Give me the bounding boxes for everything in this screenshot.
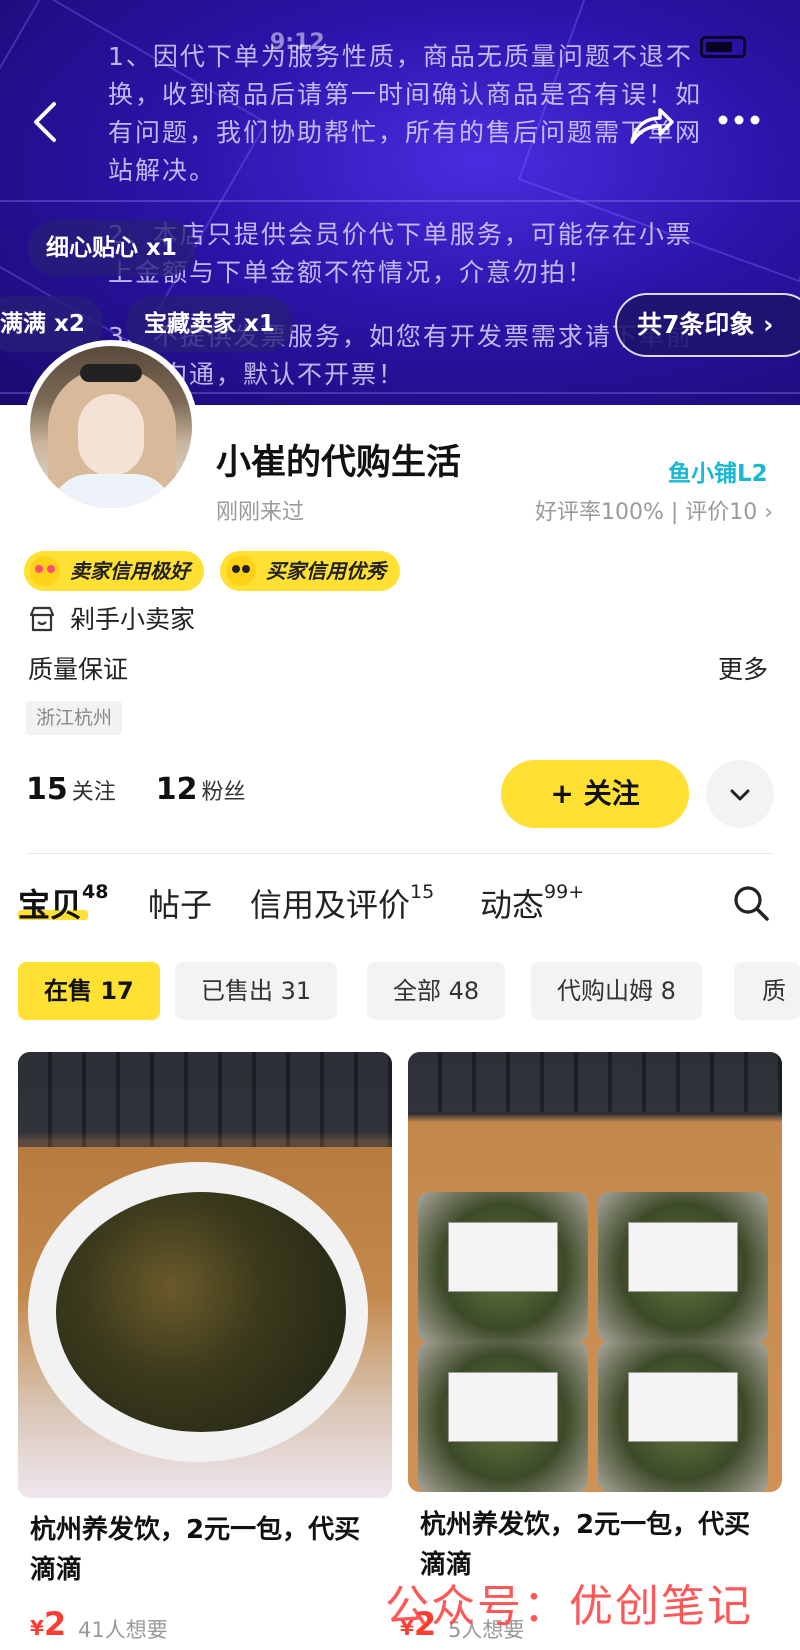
location-tag: 浙江杭州	[26, 701, 123, 735]
back-button[interactable]	[30, 100, 70, 150]
tab-label: 信用及评价	[250, 886, 411, 924]
product-image[interactable]	[18, 1052, 392, 1498]
shop-icon	[29, 606, 55, 632]
tab-badge: 48	[82, 881, 109, 904]
last-seen: 刚刚来过	[216, 500, 305, 525]
tab-label: 帖子	[148, 886, 213, 924]
followers-count: 12	[155, 772, 198, 807]
search-icon	[734, 886, 769, 921]
seller-type[interactable]: 剁手小卖家	[28, 600, 195, 636]
followers-label: 粉丝	[201, 780, 246, 805]
notice-line: 2、本店只提供会员价代下单服务，可能存在小票上金额与下单金额不符情况，介意勿拍！	[108, 220, 693, 287]
impressions-button[interactable]: 共7条印象 ›	[615, 293, 800, 357]
buyer-credit-badge[interactable]: 买家信用优秀	[220, 551, 400, 591]
smile-emoji-icon	[226, 556, 256, 586]
seller-credit-badge[interactable]: 卖家信用极好	[24, 551, 204, 591]
following-count: 15	[26, 772, 68, 807]
impression-tag[interactable]: 细心贴心 x1	[28, 220, 195, 276]
product-image[interactable]	[408, 1052, 782, 1492]
more-link[interactable]: 更多	[718, 650, 768, 686]
avatar-image	[30, 346, 192, 508]
product-price: ¥2	[30, 1605, 66, 1643]
followers-stat[interactable]: 12 粉丝	[156, 772, 246, 807]
price-value: 2	[43, 1605, 67, 1643]
quality-guarantee[interactable]: 质量保证	[28, 650, 128, 686]
heart-eyes-emoji-icon	[30, 556, 60, 586]
share-button[interactable]	[628, 104, 676, 148]
rating-link[interactable]: 好评率100% | 评价10 ›	[535, 494, 773, 526]
notice-line: 1、因代下单为服务性质，商品无质量问题不退不换，收到商品后请第一时间确认商品是否…	[108, 42, 703, 185]
status-time: 9:12	[270, 30, 325, 55]
dropdown-button[interactable]	[706, 760, 774, 828]
tab-badge: 99+	[544, 881, 585, 904]
tab-label: 宝贝	[18, 886, 83, 924]
buyer-credit-label: 买家信用优秀	[266, 559, 386, 583]
tab-posts[interactable]: 帖子	[148, 880, 212, 926]
filter-more[interactable]: 质	[734, 962, 800, 1020]
tab-activity[interactable]: 动态99+	[480, 880, 584, 926]
battery-icon	[700, 36, 746, 58]
filter-sold[interactable]: 已售出 31	[175, 962, 338, 1020]
follow-stats: 15 关注 12 粉丝	[26, 772, 246, 807]
seller-type-label: 剁手小卖家	[69, 605, 195, 634]
product-title[interactable]: 杭州养发饮，2元一包，代买滴滴	[30, 1510, 380, 1590]
tab-credit-reviews[interactable]: 信用及评价15	[250, 880, 434, 926]
following-stat[interactable]: 15 关注	[26, 772, 116, 807]
search-button[interactable]	[732, 884, 772, 924]
shop-name: 小崔的代购生活	[216, 443, 462, 483]
following-label: 关注	[71, 780, 116, 805]
more-options-button[interactable]	[716, 100, 766, 144]
tab-badge: 15	[410, 881, 435, 904]
filter-on-sale[interactable]: 在售 17	[18, 962, 160, 1020]
seller-credit-label: 卖家信用极好	[70, 559, 190, 583]
filter-all[interactable]: 全部 48	[367, 962, 506, 1020]
chevron-left-icon	[34, 102, 56, 142]
filter-sams-proxy[interactable]: 代购山姆 8	[531, 962, 702, 1020]
want-count: 41人想要	[78, 1618, 168, 1642]
divider	[26, 853, 774, 854]
share-icon	[630, 108, 674, 144]
tab-items[interactable]: 宝贝48	[18, 880, 108, 926]
currency-symbol: ¥	[30, 1616, 44, 1640]
impression-tag[interactable]: 宝藏卖家 x1	[126, 296, 293, 352]
chevron-down-icon	[730, 789, 750, 800]
avatar[interactable]	[24, 340, 198, 514]
tab-label: 动态	[480, 886, 545, 924]
shop-level-badge[interactable]: 鱼小铺L2	[668, 454, 768, 488]
follow-button[interactable]: + 关注	[501, 760, 689, 828]
watermark: 公众号：优创笔记	[385, 1581, 753, 1632]
more-dots-icon	[718, 115, 760, 125]
